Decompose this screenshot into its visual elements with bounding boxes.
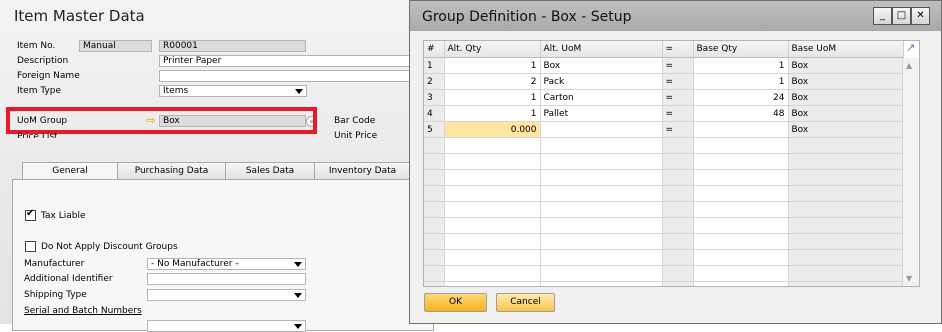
uom-table: # Alt. Qty Alt. UoM = Base Qty Base UoM … [424, 41, 904, 286]
base-qty-cell[interactable]: 1 [693, 73, 789, 90]
empty-row [424, 137, 904, 154]
foreign-name-label: Foreign Name [17, 71, 80, 81]
additional-identifier-label: Additional Identifier [24, 274, 113, 284]
maximize-icon[interactable]: □ [892, 7, 911, 25]
bar-code-label: Bar Code [334, 116, 376, 126]
expand-icon[interactable]: ↗ [906, 42, 916, 53]
table-row[interactable]: 2 2 Pack = 1 Box [424, 73, 904, 90]
no-discount-label: Do Not Apply Discount Groups [41, 242, 178, 252]
alt-qty-cell[interactable]: 1 [444, 89, 541, 106]
management-method-select[interactable] [147, 320, 306, 332]
equals-cell: = [662, 57, 694, 74]
alt-uom-cell[interactable] [540, 121, 663, 138]
equals-cell: = [662, 89, 694, 106]
scroll-down-icon[interactable]: ▼ [906, 274, 912, 283]
table-row[interactable]: 5 0.000 = Box [424, 121, 904, 138]
col-header-alt-uom[interactable]: Alt. UoM [540, 41, 663, 58]
table-row[interactable]: 4 1 Pallet = 48 Box [424, 105, 904, 122]
empty-row [424, 281, 904, 286]
dialog-title: Group Definition - Box - Setup [422, 9, 632, 25]
alt-uom-cell[interactable]: Pallet [540, 105, 663, 122]
alt-qty-cell[interactable]: 1 [444, 57, 541, 74]
table-row[interactable]: 1 1 Box = 1 Box [424, 57, 904, 74]
empty-row [424, 233, 904, 250]
tab-sales-data[interactable]: Sales Data [225, 162, 315, 179]
base-qty-cell[interactable] [693, 121, 789, 138]
unit-price-label: Unit Price [334, 131, 378, 141]
item-type-select[interactable]: Items [159, 85, 307, 97]
shipping-type-select[interactable] [147, 289, 306, 301]
row-number[interactable]: 5 [424, 121, 445, 138]
alt-qty-cell[interactable]: 1 [444, 105, 541, 122]
price-list-label: Price List [17, 132, 58, 138]
base-qty-cell[interactable]: 24 [693, 89, 789, 106]
table-header-row: # Alt. Qty Alt. UoM = Base Qty Base UoM [424, 41, 904, 58]
item-no-label: Item No. [17, 41, 56, 51]
col-header-alt-qty[interactable]: Alt. Qty [444, 41, 541, 58]
equals-cell: = [662, 121, 694, 138]
col-header-base-qty[interactable]: Base Qty [693, 41, 789, 58]
serial-batch-label: Serial and Batch Numbers [24, 306, 142, 316]
minimize-icon[interactable]: _ [873, 7, 892, 25]
window-title: Item Master Data [14, 7, 145, 25]
row-number[interactable]: 4 [424, 105, 445, 122]
description-field[interactable]: Printer Paper [159, 55, 414, 67]
scroll-up-icon[interactable]: ▲ [906, 61, 912, 70]
item-type-label: Item Type [17, 86, 62, 96]
close-icon[interactable]: ✕ [911, 7, 930, 25]
foreign-name-field[interactable] [159, 70, 414, 82]
empty-row [424, 217, 904, 234]
base-uom-cell: Box [788, 105, 904, 122]
base-qty-cell[interactable]: 48 [693, 105, 789, 122]
col-header-base-uom[interactable]: Base UoM [788, 41, 904, 58]
alt-qty-cell[interactable]: 0.000 [444, 121, 541, 138]
no-discount-checkbox[interactable] [25, 241, 36, 252]
col-header-equals: = [662, 41, 694, 58]
cancel-button[interactable]: Cancel [496, 293, 555, 312]
uom-group-grid[interactable]: # Alt. Qty Alt. UoM = Base Qty Base UoM … [423, 40, 920, 287]
base-uom-cell: Box [788, 121, 904, 138]
table-row[interactable]: 3 1 Carton = 24 Box [424, 89, 904, 106]
tab-inventory-data[interactable]: Inventory Data [314, 162, 411, 179]
base-qty-cell[interactable]: 1 [693, 57, 789, 74]
highlight-frame [6, 107, 317, 134]
additional-identifier-field[interactable] [147, 273, 306, 285]
equals-cell: = [662, 105, 694, 122]
col-header-row-number: # [424, 41, 445, 58]
vertical-scrollbar[interactable]: ▲ ▼ [902, 58, 919, 286]
shipping-type-label: Shipping Type [24, 290, 87, 300]
general-tab-panel: ✔ Tax Liable Do Not Apply Discount Group… [12, 179, 434, 332]
empty-row [424, 249, 904, 266]
alt-qty-cell[interactable]: 2 [444, 73, 541, 90]
group-definition-dialog: Group Definition - Box - Setup _ □ ✕ # A… [409, 0, 942, 324]
empty-row [424, 169, 904, 186]
empty-row [424, 201, 904, 218]
dialog-titlebar[interactable]: Group Definition - Box - Setup _ □ ✕ [410, 1, 941, 31]
item-no-mode-select[interactable]: Manual [79, 40, 152, 52]
row-number[interactable]: 3 [424, 89, 445, 106]
empty-row [424, 185, 904, 202]
base-uom-cell: Box [788, 73, 904, 90]
tax-liable-checkbox[interactable]: ✔ [25, 208, 36, 221]
description-label: Description [17, 56, 69, 66]
tab-general[interactable]: General [22, 162, 118, 180]
empty-row [424, 265, 904, 282]
check-icon: ✔ [26, 208, 35, 219]
row-number[interactable]: 1 [424, 57, 445, 74]
row-number[interactable]: 2 [424, 73, 445, 90]
manufacturer-select[interactable]: - No Manufacturer - [147, 258, 306, 270]
tab-purchasing-data[interactable]: Purchasing Data [117, 162, 226, 179]
base-uom-cell: Box [788, 89, 904, 106]
manufacturer-label: Manufacturer [24, 259, 85, 269]
alt-uom-cell[interactable]: Carton [540, 89, 663, 106]
base-uom-cell: Box [788, 57, 904, 74]
tax-liable-label: Tax Liable [41, 211, 86, 221]
alt-uom-cell[interactable]: Pack [540, 73, 663, 90]
item-no-field[interactable]: R00001 [159, 40, 306, 52]
alt-uom-cell[interactable]: Box [540, 57, 663, 74]
empty-row [424, 153, 904, 170]
equals-cell: = [662, 73, 694, 90]
ok-button[interactable]: OK [424, 293, 487, 312]
